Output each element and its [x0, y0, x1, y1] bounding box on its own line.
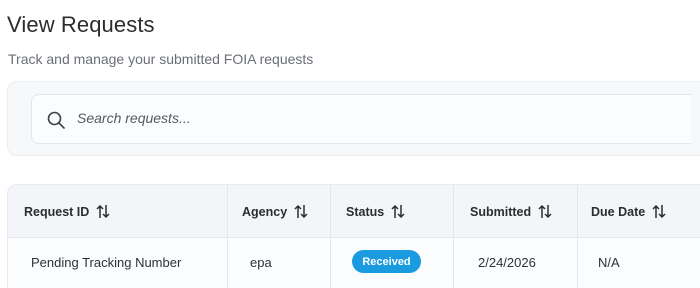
cell-agency: epa	[250, 255, 272, 270]
sort-arrows-icon[interactable]	[538, 204, 552, 219]
view-requests-page: View Requests Track and manage your subm…	[0, 0, 700, 288]
column-header-label: Agency	[242, 204, 288, 219]
cell-due-date: N/A	[598, 255, 620, 270]
column-header-due-date[interactable]: Due Date	[591, 204, 666, 219]
search-icon	[47, 111, 65, 129]
search-placeholder: Search requests...	[77, 110, 191, 126]
cell-submitted: 2/24/2026	[478, 255, 536, 270]
status-badge: Received	[352, 250, 421, 273]
sort-arrows-icon[interactable]	[391, 204, 405, 219]
column-header-request-id[interactable]: Request ID	[24, 204, 110, 219]
page-subtitle: Track and manage your submitted FOIA req…	[8, 51, 314, 67]
search-card: Search requests...	[7, 81, 700, 156]
column-header-submitted[interactable]: Submitted	[470, 204, 552, 219]
requests-table: Request ID Agency Status Submitted Due D…	[7, 184, 700, 288]
column-header-label: Status	[346, 204, 385, 219]
column-header-label: Request ID	[24, 204, 90, 219]
sort-arrows-icon[interactable]	[96, 204, 110, 219]
page-title: View Requests	[7, 12, 155, 37]
table-row-cells: Pending Tracking Number epa Received 2/2…	[8, 238, 700, 288]
column-header-status[interactable]: Status	[346, 204, 405, 219]
search-input[interactable]: Search requests...	[31, 94, 691, 144]
column-header-label: Due Date	[591, 204, 646, 219]
sort-arrows-icon[interactable]	[294, 204, 308, 219]
cell-request-id: Pending Tracking Number	[31, 255, 182, 270]
column-header-label: Submitted	[470, 204, 532, 219]
sort-arrows-icon[interactable]	[652, 204, 666, 219]
column-header-agency[interactable]: Agency	[242, 204, 308, 219]
